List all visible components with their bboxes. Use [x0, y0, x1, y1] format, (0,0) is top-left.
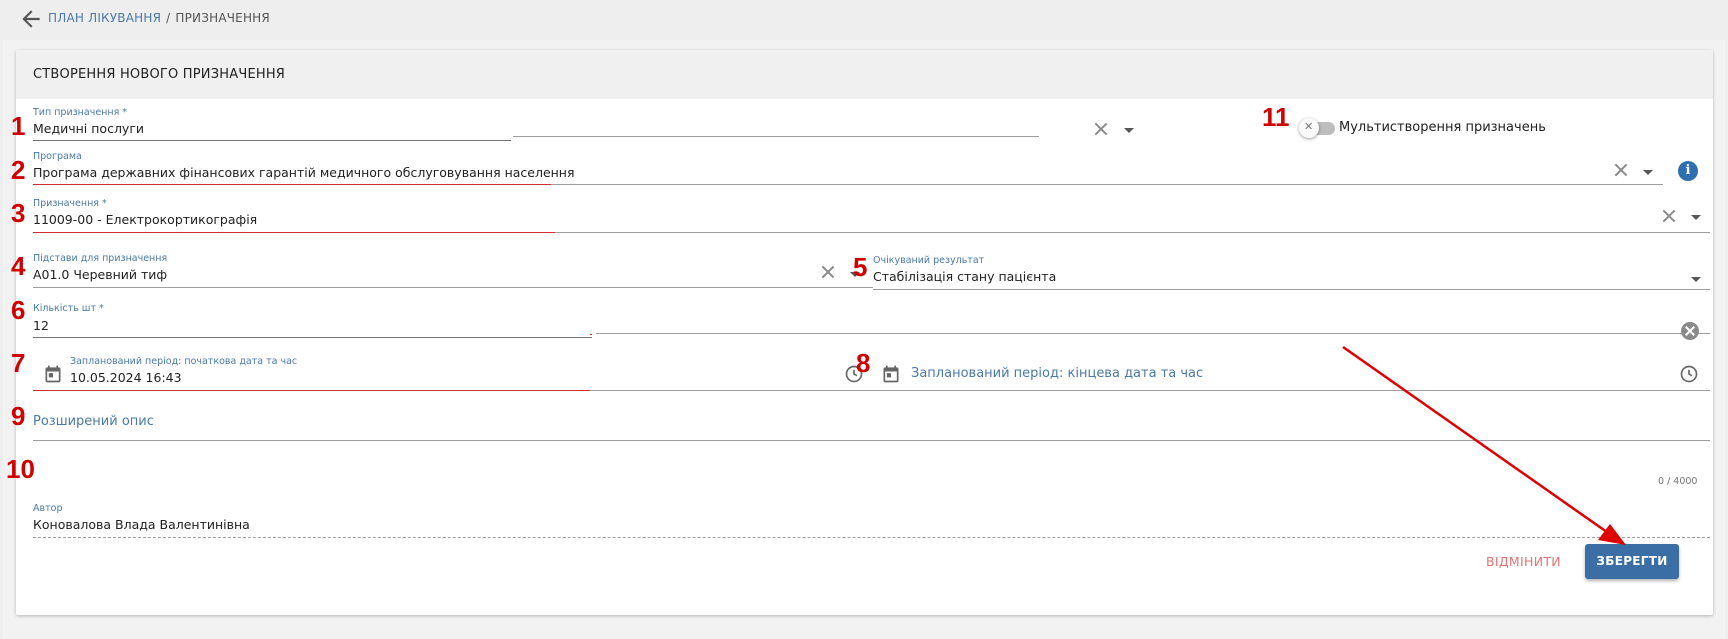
description-char-counter: 0 / 4000 [1658, 476, 1698, 487]
toggle-knob: ✕ [1299, 118, 1319, 138]
arrow-left-icon[interactable] [18, 6, 44, 32]
quantity-value: 12 [33, 318, 49, 333]
start-period-input[interactable]: Запланований період: початкова дата та ч… [33, 353, 873, 398]
program-value: Програма державних фінансових гарантій м… [33, 165, 575, 180]
breadcrumb-separator: / [166, 11, 171, 25]
breadcrumb: ПЛАН ЛІКУВАННЯ / ПРИЗНАЧЕННЯ [48, 11, 270, 25]
program-underline [551, 184, 1663, 185]
author-label: Автор [33, 503, 63, 514]
multi-create-toggle[interactable]: ✕ [1299, 118, 1341, 140]
description-textarea[interactable]: Розширений опис [33, 406, 1710, 448]
expected-result-underline [873, 289, 1710, 290]
author-value: Коновалова Влада Валентинівна [33, 517, 250, 532]
info-icon[interactable]: i [1678, 161, 1698, 181]
cancel-button[interactable]: ВІДМІНИТИ [1486, 554, 1561, 569]
annotation-number-9: 9 [11, 401, 26, 431]
type-select[interactable]: Тип призначення * Медичні послуги [33, 107, 1043, 149]
quantity-label: Кількість шт * [33, 303, 104, 314]
grounds-underline [33, 287, 873, 288]
clock-icon[interactable] [1679, 364, 1699, 384]
annotation-number-5: 5 [853, 252, 868, 282]
grounds-select[interactable]: Підстави для призначення A01.0 Черевний … [33, 253, 873, 295]
description-underline [33, 440, 1710, 441]
program-chevron-down-icon[interactable] [1643, 170, 1653, 175]
grounds-clear-icon[interactable] [821, 265, 835, 279]
program-label: Програма [33, 151, 82, 162]
quantity-underline-error-mark [590, 334, 592, 335]
assignment-value: 11009-00 - Електрокортикографія [33, 212, 258, 227]
annotation-number-4: 4 [11, 251, 26, 281]
close-icon: ✕ [1304, 120, 1314, 133]
annotation-number-2: 2 [11, 155, 26, 185]
type-value: Медичні послуги [33, 121, 145, 136]
assignment-underline-error [33, 232, 555, 233]
quantity-underline-ext [596, 333, 1710, 334]
annotation-number-8: 8 [856, 348, 871, 378]
assignment-underline [555, 232, 1710, 233]
quantity-underline [33, 337, 592, 338]
type-clear-icon[interactable] [1094, 122, 1108, 136]
annotation-number-10: 10 [6, 454, 35, 484]
author-field: Автор Коновалова Влада Валентинівна [33, 503, 1710, 545]
breadcrumb-link-treatment-plan[interactable]: ПЛАН ЛІКУВАННЯ [48, 11, 161, 25]
grounds-value: A01.0 Черевний тиф [33, 267, 168, 282]
type-underline [33, 140, 511, 141]
end-period-input[interactable]: Запланований період: кінцева дата та час [873, 353, 1710, 398]
type-chevron-down-icon[interactable] [1124, 128, 1134, 133]
annotation-number-3: 3 [11, 198, 26, 228]
grounds-label: Підстави для призначення [33, 253, 168, 264]
type-underline-ext [513, 136, 1039, 137]
breadcrumb-current: ПРИЗНАЧЕННЯ [175, 11, 270, 25]
expected-result-select[interactable]: Очікуваний результат Стабілізація стану … [873, 255, 1710, 297]
quantity-input[interactable]: Кількість шт * 12 [33, 303, 1710, 345]
save-button[interactable]: ЗБЕРЕГТИ [1585, 544, 1679, 579]
expected-result-value: Стабілізація стану пацієнта [873, 269, 1057, 284]
assignment-form-card: СТВОРЕННЯ НОВОГО ПРИЗНАЧЕННЯ Тип признач… [16, 50, 1713, 615]
quantity-clear-icon[interactable] [1681, 322, 1699, 340]
start-period-underline [590, 390, 873, 391]
program-clear-icon[interactable] [1614, 163, 1628, 177]
multi-create-label: Мультистворення призначень [1339, 120, 1546, 135]
program-underline-error [33, 184, 551, 185]
type-label: Тип призначення * [33, 107, 128, 118]
start-period-label: Запланований період: початкова дата та ч… [70, 356, 298, 367]
annotation-number-1: 1 [11, 111, 26, 141]
card-header: СТВОРЕННЯ НОВОГО ПРИЗНАЧЕННЯ [16, 50, 1713, 99]
calendar-icon[interactable] [881, 364, 901, 384]
annotation-number-7: 7 [11, 348, 26, 378]
top-bar: ПЛАН ЛІКУВАННЯ / ПРИЗНАЧЕННЯ [0, 0, 1728, 38]
assignment-chevron-down-icon[interactable] [1691, 215, 1701, 220]
assignment-label: Призначення * [33, 198, 107, 209]
author-underline [33, 537, 1710, 538]
end-period-placeholder: Запланований період: кінцева дата та час [911, 366, 1204, 381]
start-period-underline-error [33, 390, 590, 391]
expected-result-label: Очікуваний результат [873, 255, 985, 266]
annotation-number-11: 11 [1262, 102, 1290, 132]
assignment-clear-icon[interactable] [1662, 209, 1676, 223]
program-select[interactable]: Програма Програма державних фінансових г… [33, 151, 1663, 193]
annotation-number-6: 6 [11, 295, 26, 325]
card-title: СТВОРЕННЯ НОВОГО ПРИЗНАЧЕННЯ [33, 67, 286, 82]
expected-result-chevron-down-icon[interactable] [1691, 277, 1701, 282]
calendar-icon[interactable] [43, 364, 63, 384]
description-placeholder: Розширений опис [33, 414, 154, 429]
start-period-value: 10.05.2024 16:43 [70, 370, 182, 385]
end-period-underline [873, 390, 1710, 391]
assignment-select[interactable]: Призначення * 11009-00 - Електрокортиког… [33, 198, 1710, 240]
